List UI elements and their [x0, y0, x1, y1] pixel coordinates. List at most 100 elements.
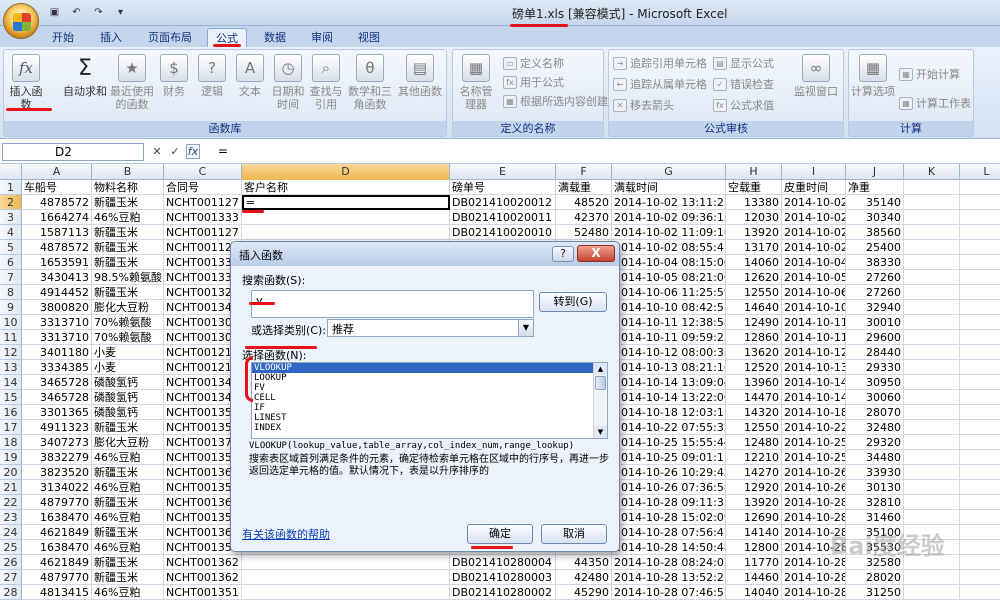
- table-cell[interactable]: 12520: [726, 360, 782, 375]
- table-cell[interactable]: 12210: [726, 450, 782, 465]
- table-cell[interactable]: 14320: [726, 405, 782, 420]
- table-cell[interactable]: [960, 345, 1000, 360]
- table-cell[interactable]: [960, 495, 1000, 510]
- table-cell[interactable]: 3823520: [22, 465, 92, 480]
- table-cell[interactable]: 34480: [846, 450, 904, 465]
- row-header[interactable]: 1: [0, 180, 22, 195]
- row-header[interactable]: 3: [0, 210, 22, 225]
- table-cell[interactable]: DB021410020012: [450, 195, 556, 210]
- table-cell[interactable]: 14270: [726, 465, 782, 480]
- table-cell[interactable]: 38560: [846, 225, 904, 240]
- table-cell[interactable]: 2014-10-22 07:55:32: [612, 420, 726, 435]
- table-cell[interactable]: 4879770: [22, 495, 92, 510]
- table-cell[interactable]: 新疆玉米: [92, 570, 164, 585]
- table-cell[interactable]: NCHT001362: [164, 555, 242, 570]
- table-cell[interactable]: 2014-10-28 1: [782, 495, 846, 510]
- table-cell[interactable]: 30130: [846, 480, 904, 495]
- table-cell[interactable]: 12490: [726, 315, 782, 330]
- table-cell[interactable]: 70%赖氨酸: [92, 330, 164, 345]
- table-cell[interactable]: 2014-10-14 1: [782, 375, 846, 390]
- row-header[interactable]: 11: [0, 330, 22, 345]
- table-cell[interactable]: 12550: [726, 285, 782, 300]
- table-cell[interactable]: [904, 255, 960, 270]
- save-icon[interactable]: ▣: [46, 4, 63, 20]
- table-cell[interactable]: 2014-10-02 13:11:25: [612, 195, 726, 210]
- table-cell[interactable]: 52480: [556, 225, 612, 240]
- create-from-selection-button[interactable]: ▦ 根据所选内容创建: [503, 93, 608, 109]
- table-cell[interactable]: 膨化大豆粉: [92, 300, 164, 315]
- table-cell[interactable]: [960, 390, 1000, 405]
- tab-home[interactable]: 开始: [44, 28, 82, 47]
- list-item[interactable]: LOOKUP: [252, 373, 607, 383]
- table-cell[interactable]: 2014-10-06 11:25:59: [612, 285, 726, 300]
- header-cell[interactable]: 满载时间: [612, 180, 726, 195]
- table-cell[interactable]: DB021410020010: [450, 225, 556, 240]
- table-cell[interactable]: DB021410020011: [450, 210, 556, 225]
- table-cell[interactable]: 12480: [726, 435, 782, 450]
- calc-options-button[interactable]: ▦ 计算选项: [851, 54, 895, 98]
- search-input[interactable]: v: [251, 290, 534, 318]
- function-list[interactable]: VLOOKUP LOOKUP FV CELL IF LINEST INDEX ▲…: [251, 362, 608, 439]
- table-cell[interactable]: NCHT001127: [164, 195, 242, 210]
- table-cell[interactable]: [904, 225, 960, 240]
- table-cell[interactable]: [904, 405, 960, 420]
- name-manager-button[interactable]: ▦ 名称管理器: [455, 54, 497, 111]
- table-cell[interactable]: 4914452: [22, 285, 92, 300]
- table-cell[interactable]: 46%豆粕: [92, 540, 164, 555]
- tab-insert[interactable]: 插入: [92, 28, 130, 47]
- table-cell[interactable]: 2014-10-28 1: [782, 585, 846, 600]
- table-cell[interactable]: [960, 480, 1000, 495]
- table-cell[interactable]: 3134022: [22, 480, 92, 495]
- table-cell[interactable]: 35140: [846, 195, 904, 210]
- table-cell[interactable]: 1664274: [22, 210, 92, 225]
- table-cell[interactable]: 2014-10-11 09:59:23: [612, 330, 726, 345]
- table-cell[interactable]: 新疆玉米: [92, 285, 164, 300]
- table-cell[interactable]: [960, 330, 1000, 345]
- table-cell[interactable]: 29600: [846, 330, 904, 345]
- define-name-button[interactable]: ▭ 定义名称: [503, 55, 564, 71]
- table-cell[interactable]: 3430413: [22, 270, 92, 285]
- column-header-f[interactable]: F: [556, 164, 612, 180]
- row-header[interactable]: 6: [0, 255, 22, 270]
- column-header-h[interactable]: H: [726, 164, 782, 180]
- row-header[interactable]: 19: [0, 450, 22, 465]
- table-cell[interactable]: [960, 420, 1000, 435]
- table-cell[interactable]: DB021410280003: [450, 570, 556, 585]
- calc-sheet-button[interactable]: ▦ 计算工作表: [899, 95, 971, 111]
- table-cell[interactable]: 2014-10-12 08:00:33: [612, 345, 726, 360]
- table-cell[interactable]: 46%豆粕: [92, 480, 164, 495]
- table-cell[interactable]: 3334385: [22, 360, 92, 375]
- table-cell[interactable]: 98.5%赖氨酸: [92, 270, 164, 285]
- table-cell[interactable]: 14060: [726, 255, 782, 270]
- table-cell[interactable]: 3301365: [22, 405, 92, 420]
- table-cell[interactable]: [960, 180, 1000, 195]
- table-cell[interactable]: 2014-10-11 1: [782, 330, 846, 345]
- table-cell[interactable]: 2014-10-10 1: [782, 300, 846, 315]
- evaluate-formula-button[interactable]: fx 公式求值: [713, 97, 774, 113]
- table-cell[interactable]: NCHT001127: [164, 225, 242, 240]
- header-cell[interactable]: 客户名称: [242, 180, 450, 195]
- table-cell[interactable]: 4911323: [22, 420, 92, 435]
- tab-view[interactable]: 视图: [350, 28, 388, 47]
- header-cell[interactable]: 磅单号: [450, 180, 556, 195]
- table-cell[interactable]: DB021410280004: [450, 555, 556, 570]
- column-header-j[interactable]: J: [846, 164, 904, 180]
- table-cell[interactable]: 2014-10-18 1: [782, 405, 846, 420]
- table-cell[interactable]: [242, 555, 450, 570]
- table-cell[interactable]: 12860: [726, 330, 782, 345]
- table-cell[interactable]: 2014-10-25 09:01:11: [612, 450, 726, 465]
- lookup-reference-button[interactable]: ⌕ 查找与引用: [308, 54, 344, 111]
- calc-now-button[interactable]: ▦ 开始计算: [899, 66, 960, 82]
- table-cell[interactable]: 2014-10-02 1: [782, 195, 846, 210]
- trace-dependents-button[interactable]: ← 追踪从属单元格: [613, 76, 707, 92]
- header-cell[interactable]: 空载重: [726, 180, 782, 195]
- table-cell[interactable]: 新疆玉米: [92, 255, 164, 270]
- table-cell[interactable]: 4878572: [22, 195, 92, 210]
- table-cell[interactable]: [904, 390, 960, 405]
- table-cell[interactable]: 3401180: [22, 345, 92, 360]
- table-cell[interactable]: 新疆玉米: [92, 195, 164, 210]
- row-header[interactable]: 8: [0, 285, 22, 300]
- table-cell[interactable]: 12800: [726, 540, 782, 555]
- more-functions-button[interactable]: ▤ 其他函数: [398, 54, 442, 98]
- table-cell[interactable]: 2014-10-13 1: [782, 360, 846, 375]
